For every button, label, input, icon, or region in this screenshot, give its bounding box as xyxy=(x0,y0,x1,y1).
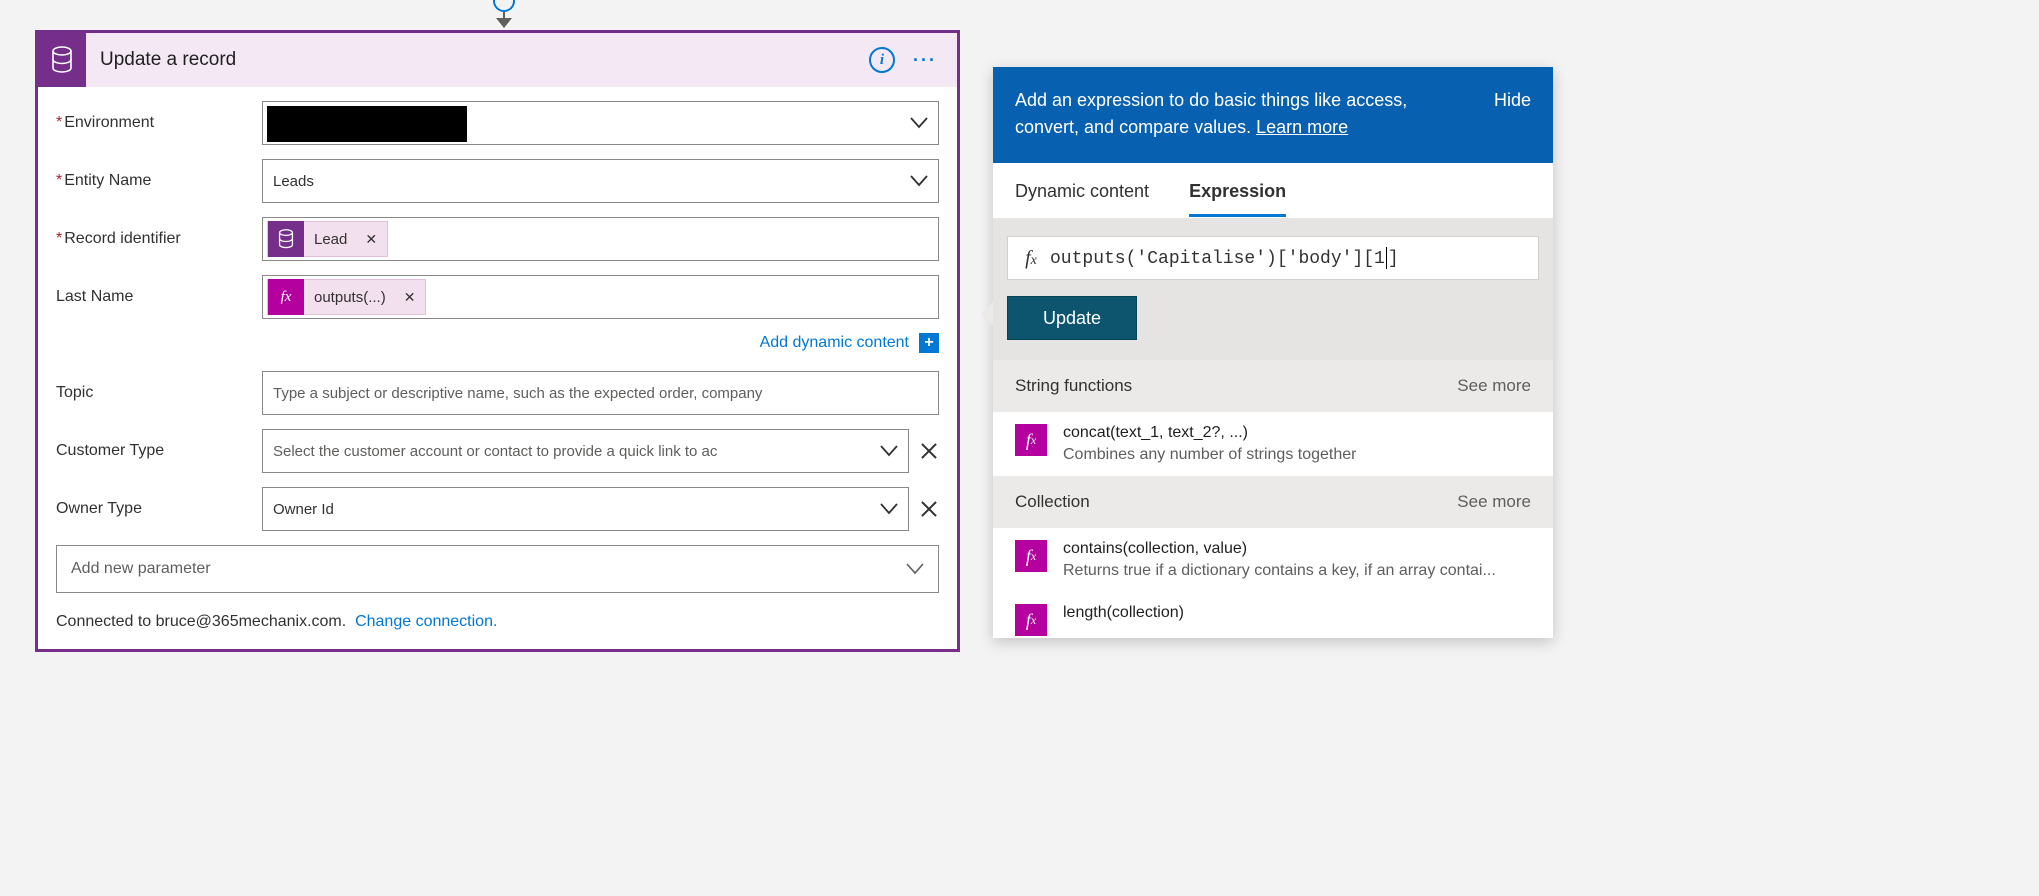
add-parameter-select[interactable]: Add new parameter xyxy=(56,545,939,593)
token-expression[interactable]: fx outputs(...) ✕ xyxy=(267,279,426,315)
label-entity: *Entity Name xyxy=(56,172,262,190)
function-contains-desc: Returns true if a dictionary contains a … xyxy=(1063,562,1496,580)
label-topic: Topic xyxy=(56,384,262,402)
entity-select[interactable]: Leads xyxy=(262,159,939,203)
hide-panel-button[interactable]: Hide xyxy=(1494,87,1531,114)
function-contains-sig: contains(collection, value) xyxy=(1063,540,1496,558)
customer-type-select[interactable]: Select the customer account or contact t… xyxy=(262,429,909,473)
plus-icon[interactable]: + xyxy=(919,333,939,353)
card-body: *Environment *Entity Name Leads xyxy=(38,87,957,649)
chevron-down-icon xyxy=(880,500,898,518)
expression-editor-area: fx outputs('Capitalise')['body'][1] Upda… xyxy=(993,218,1553,360)
see-more-string[interactable]: See more xyxy=(1457,376,1531,396)
chevron-down-icon xyxy=(910,172,928,190)
function-length-sig: length(collection) xyxy=(1063,604,1184,622)
topic-input[interactable]: Type a subject or descriptive name, such… xyxy=(262,371,939,415)
label-owner-type: Owner Type xyxy=(56,500,262,518)
tab-dynamic-content[interactable]: Dynamic content xyxy=(1015,181,1149,217)
token-lead[interactable]: Lead ✕ xyxy=(267,221,388,257)
learn-more-link[interactable]: Learn more xyxy=(1256,117,1348,137)
fx-icon: fx xyxy=(1015,540,1047,572)
section-title-collection: Collection xyxy=(1015,492,1090,512)
topic-placeholder: Type a subject or descriptive name, such… xyxy=(273,385,762,402)
customer-type-placeholder: Select the customer account or contact t… xyxy=(273,443,717,460)
environment-select[interactable] xyxy=(262,101,939,145)
update-record-card: Update a record i ··· *Environment *Enti… xyxy=(35,30,960,652)
fx-icon: fx xyxy=(1015,604,1047,636)
panel-header: Add an expression to do basic things lik… xyxy=(993,67,1553,163)
label-environment: *Environment xyxy=(56,114,262,132)
change-connection-link[interactable]: Change connection. xyxy=(355,613,497,630)
chevron-down-icon xyxy=(910,114,928,132)
connection-info: Connected to bruce@365mechanix.com. Chan… xyxy=(56,613,939,631)
fx-icon: fx xyxy=(268,279,304,315)
entity-value: Leads xyxy=(273,173,314,190)
section-head-collection: Collection See more xyxy=(993,476,1553,528)
expression-input[interactable]: fx outputs('Capitalise')['body'][1] xyxy=(1007,236,1539,280)
add-dynamic-content-link[interactable]: Add dynamic content xyxy=(760,334,909,352)
chevron-down-icon xyxy=(906,560,924,578)
clear-customer-type-icon[interactable] xyxy=(919,441,939,461)
panel-intro-text: Add an expression to do basic things lik… xyxy=(1015,90,1407,137)
fx-icon: fx xyxy=(1012,247,1050,270)
card-header[interactable]: Update a record i ··· xyxy=(38,33,957,87)
token-remove-icon[interactable]: ✕ xyxy=(355,231,387,248)
chevron-down-icon xyxy=(880,442,898,460)
connector-database-icon xyxy=(38,33,86,87)
panel-tabs: Dynamic content Expression xyxy=(993,163,1553,218)
last-name-input[interactable]: fx outputs(...) ✕ xyxy=(262,275,939,319)
fx-icon: fx xyxy=(1015,424,1047,456)
expression-panel: Add an expression to do basic things lik… xyxy=(993,67,1553,638)
record-id-input[interactable]: Lead ✕ xyxy=(262,217,939,261)
label-last-name: Last Name xyxy=(56,288,262,306)
callout-arrow-icon xyxy=(981,302,993,326)
function-length[interactable]: fx length(collection) xyxy=(993,592,1553,638)
function-concat[interactable]: fx concat(text_1, text_2?, ...) Combines… xyxy=(993,412,1553,476)
update-button[interactable]: Update xyxy=(1007,296,1137,340)
add-parameter-placeholder: Add new parameter xyxy=(71,560,211,578)
info-icon[interactable]: i xyxy=(869,47,895,73)
clear-owner-type-icon[interactable] xyxy=(919,499,939,519)
function-concat-sig: concat(text_1, text_2?, ...) xyxy=(1063,424,1356,442)
label-customer-type: Customer Type xyxy=(56,442,262,460)
section-head-string: String functions See more xyxy=(993,360,1553,412)
token-remove-icon[interactable]: ✕ xyxy=(394,289,426,306)
expression-code: outputs('Capitalise')['body'][1] xyxy=(1050,247,1534,269)
flow-connector-arrow xyxy=(493,0,515,28)
section-title-string: String functions xyxy=(1015,376,1132,396)
token-expression-label: outputs(...) xyxy=(314,289,394,306)
function-concat-desc: Combines any number of strings together xyxy=(1063,446,1356,464)
function-contains[interactable]: fx contains(collection, value) Returns t… xyxy=(993,528,1553,592)
tab-expression[interactable]: Expression xyxy=(1189,181,1286,217)
more-menu-icon[interactable]: ··· xyxy=(913,50,937,71)
database-icon xyxy=(268,221,304,257)
owner-type-value: Owner Id xyxy=(273,501,334,518)
label-record-id: *Record identifier xyxy=(56,230,262,248)
see-more-collection[interactable]: See more xyxy=(1457,492,1531,512)
token-lead-label: Lead xyxy=(314,231,355,248)
owner-type-select[interactable]: Owner Id xyxy=(262,487,909,531)
card-title: Update a record xyxy=(86,49,869,71)
